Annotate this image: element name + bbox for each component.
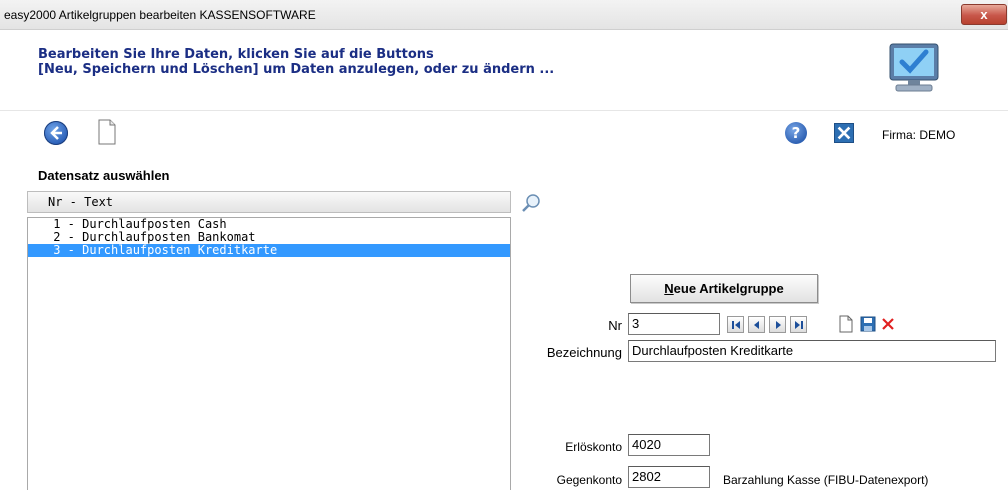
new-button-label: eue Artikelgruppe	[673, 281, 784, 296]
gegenkonto-description: Barzahlung Kasse (FIBU-Datenexport)	[723, 473, 929, 487]
first-record-button[interactable]	[727, 316, 744, 333]
record-list[interactable]: 1 - Durchlaufposten Cash 2 - Durchlaufpo…	[27, 217, 511, 490]
delete-icon[interactable]	[880, 315, 896, 333]
last-record-button[interactable]	[790, 316, 807, 333]
gegenkonto-label: Gegenkonto	[556, 473, 622, 487]
next-record-button[interactable]	[769, 316, 786, 333]
save-icon[interactable]	[860, 315, 876, 333]
instructions: Bearbeiten Sie Ihre Daten, klicken Sie a…	[38, 47, 554, 77]
monitor-check-icon	[889, 43, 939, 92]
window-title: easy2000 Artikelgruppen bearbeiten KASSE…	[4, 8, 316, 22]
next-record-icon	[776, 321, 781, 329]
gegenkonto-field[interactable]: 2802	[628, 466, 710, 488]
erloeskonto-label: Erlöskonto	[565, 440, 622, 454]
previous-record-button[interactable]	[748, 316, 765, 333]
bezeichnung-field[interactable]: Durchlaufposten Kreditkarte	[628, 340, 996, 362]
last-record-icon	[795, 321, 803, 329]
previous-record-icon	[754, 321, 759, 329]
new-record-icon[interactable]	[838, 315, 854, 333]
toolbar-separator	[0, 110, 1008, 111]
help-icon-label: ?	[791, 124, 801, 142]
nr-field[interactable]: 3	[628, 313, 720, 335]
search-icon[interactable]	[521, 193, 541, 213]
firma-value: DEMO	[919, 128, 956, 142]
instruction-line-1: Bearbeiten Sie Ihre Daten, klicken Sie a…	[38, 47, 434, 62]
nr-label: Nr	[608, 318, 622, 333]
exit-icon[interactable]	[834, 123, 854, 143]
document-icon[interactable]	[97, 119, 117, 145]
firma-label: Firma:	[882, 128, 916, 142]
close-button[interactable]: x	[961, 4, 1007, 25]
list-column-header[interactable]: Nr - Text	[27, 191, 511, 213]
instruction-line-2: [Neu, Speichern und Löschen] um Daten an…	[38, 62, 555, 77]
section-title: Datensatz auswählen	[38, 168, 170, 183]
first-record-icon	[732, 321, 740, 329]
title-bar: easy2000 Artikelgruppen bearbeiten KASSE…	[0, 0, 1008, 30]
bezeichnung-label: Bezeichnung	[546, 345, 622, 360]
erloeskonto-field[interactable]: 4020	[628, 434, 710, 456]
back-arrow-icon[interactable]	[44, 121, 68, 145]
new-button-mnemonic: N	[664, 281, 674, 296]
new-article-group-button[interactable]: Neue Artikelgruppe	[630, 274, 818, 303]
close-icon: x	[980, 7, 988, 22]
firma-info: Firma: DEMO	[882, 128, 955, 142]
help-icon[interactable]: ?	[785, 122, 807, 144]
list-item-selected[interactable]: 3 - Durchlaufposten Kreditkarte	[28, 244, 510, 257]
